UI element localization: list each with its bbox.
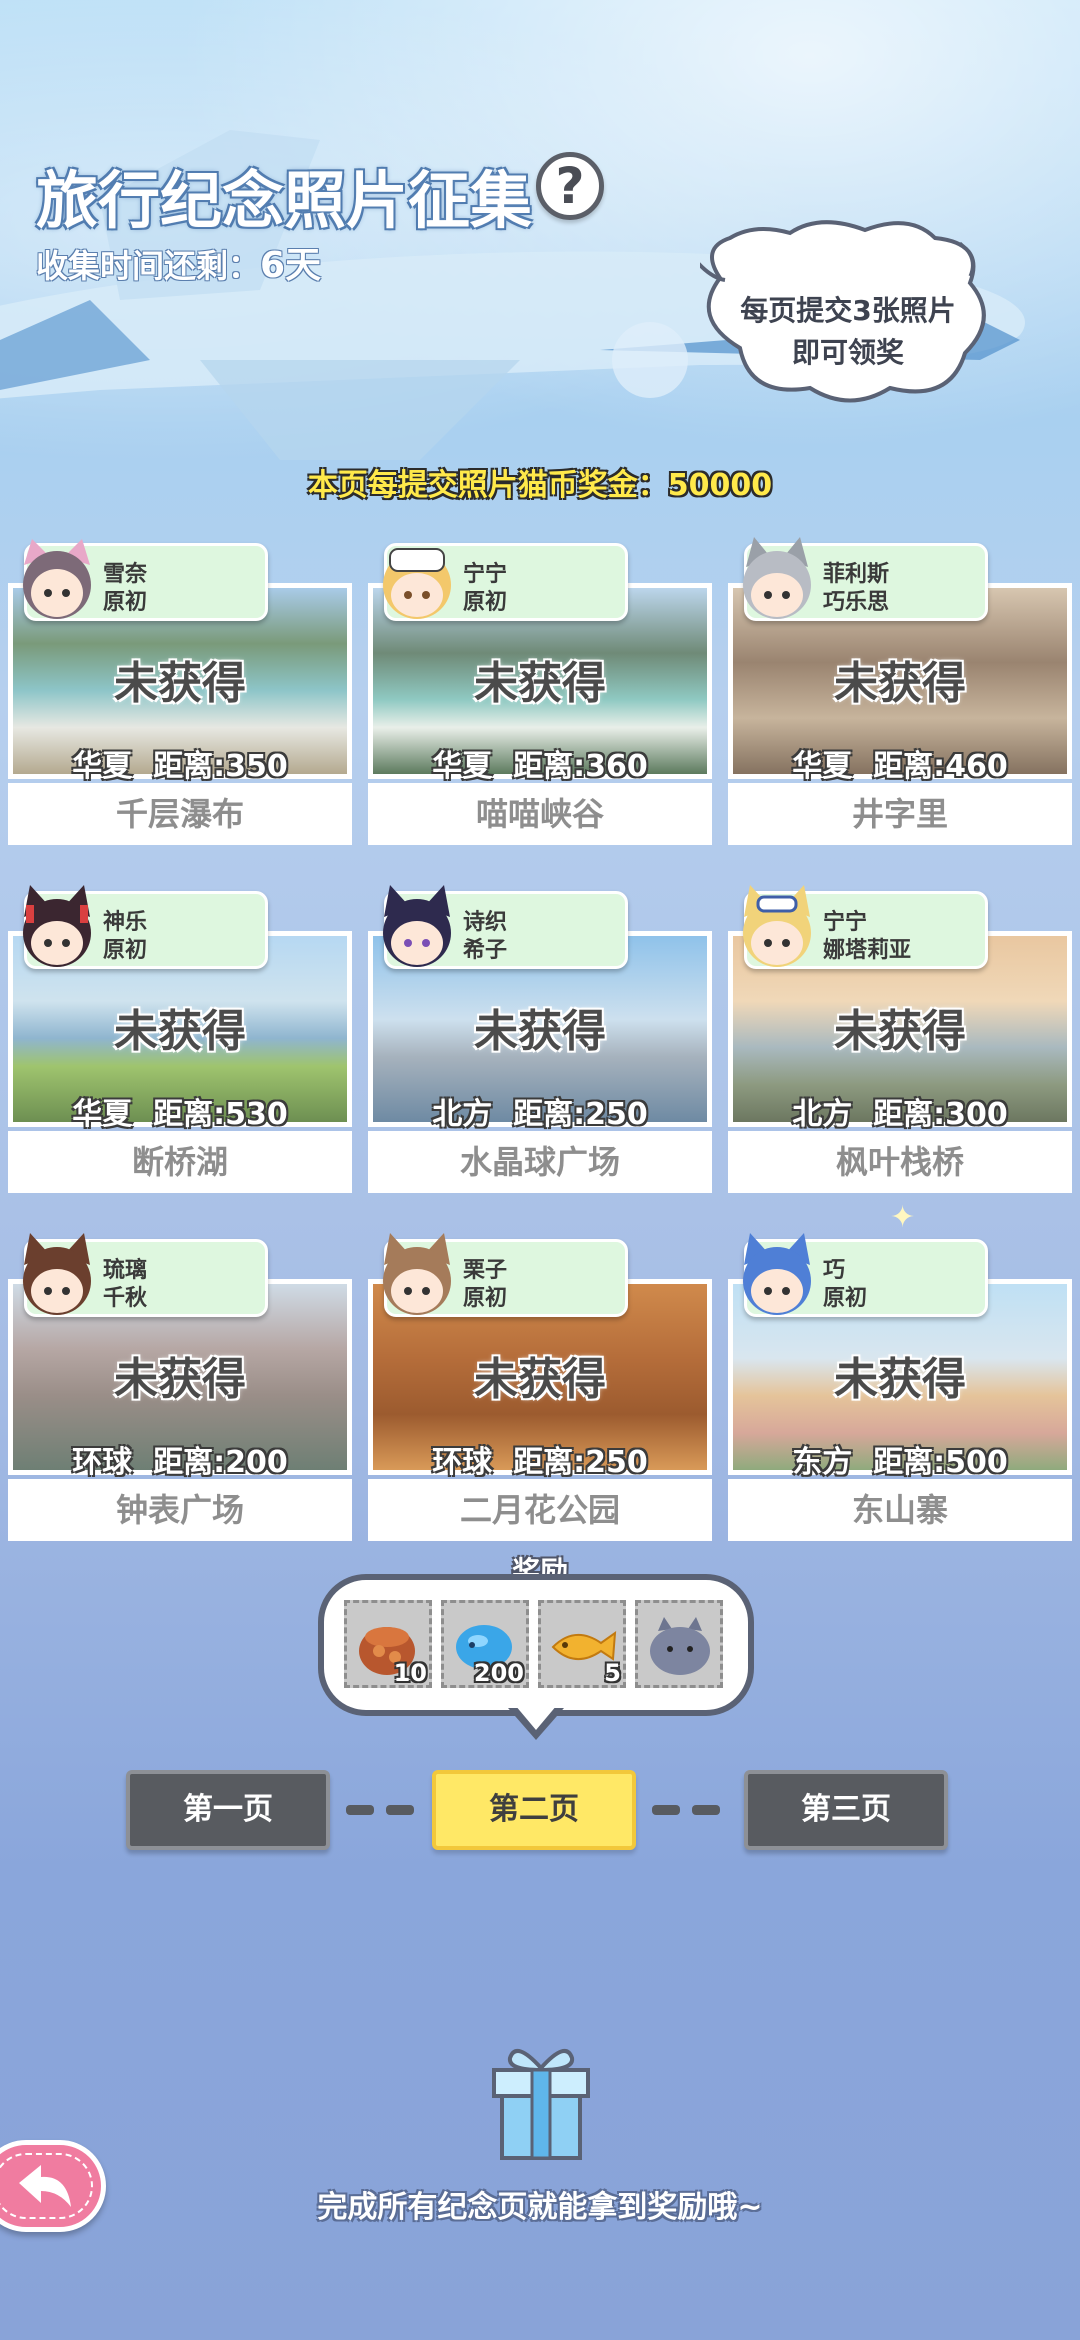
page-connector <box>692 1805 720 1815</box>
reward-item[interactable]: 10 <box>344 1600 432 1688</box>
reward-item[interactable]: 200 <box>441 1600 529 1688</box>
gift-box-icon[interactable] <box>486 2046 596 2162</box>
photo-location-name: 东山寨 <box>728 1479 1072 1541</box>
help-button[interactable]: ? <box>536 152 604 220</box>
photo-distance: 华夏 距离:460 <box>792 749 1008 784</box>
photo-card[interactable]: 未获得 华夏 距离:530 断桥湖 神乐 原初 <box>8 883 352 1193</box>
page-connector <box>386 1805 414 1815</box>
back-arrow-icon <box>19 2165 71 2207</box>
speech-bubble-text: 每页提交3张照片 即可领奖 <box>708 290 988 374</box>
photo-status: 未获得 <box>114 1354 246 1405</box>
photo-location-name: 喵喵峡谷 <box>368 783 712 845</box>
photo-location-name: 千层瀑布 <box>8 783 352 845</box>
sparkle-icon: ✦ <box>890 1200 916 1235</box>
page-title: 旅行纪念照片征集 <box>36 164 533 237</box>
photo-card[interactable]: 未获得 环球 距离:250 二月花公园 栗子 原初 <box>368 1231 712 1541</box>
photo-location-name: 断桥湖 <box>8 1131 352 1193</box>
character-avatar-icon <box>23 539 91 619</box>
photo-location-name: 水晶球广场 <box>368 1131 712 1193</box>
character-outfit: 娜塔莉亚 <box>823 938 912 963</box>
character-outfit: 原初 <box>823 1286 868 1311</box>
reward-item-count: 10 <box>393 1659 427 1687</box>
character-outfit: 原初 <box>463 590 508 615</box>
time-remaining-label: 收集时间还剩： <box>36 247 261 285</box>
time-remaining: 收集时间还剩：6天 <box>36 236 321 288</box>
character-avatar-icon <box>383 548 451 619</box>
photo-status: 未获得 <box>114 658 246 709</box>
character-outfit: 千秋 <box>103 1286 148 1311</box>
photo-status: 未获得 <box>474 1354 606 1405</box>
photo-status: 未获得 <box>834 1354 966 1405</box>
photo-location-name: 井字里 <box>728 783 1072 845</box>
photo-card[interactable]: 未获得 华夏 距离:360 喵喵峡谷 宁宁 原初 <box>368 535 712 845</box>
photo-distance: 环球 距离:250 <box>432 1445 648 1480</box>
character-avatar-icon <box>23 1233 91 1315</box>
photo-status: 未获得 <box>834 1006 966 1057</box>
photo-status: 未获得 <box>474 1006 606 1057</box>
character-outfit: 巧乐思 <box>823 590 890 615</box>
page-connector <box>346 1805 374 1815</box>
bubble-line-1: 每页提交3张照片 <box>740 294 956 327</box>
photo-status: 未获得 <box>474 658 606 709</box>
character-avatar-icon <box>383 1233 451 1315</box>
reward-item[interactable] <box>635 1600 723 1688</box>
photo-card[interactable]: 未获得 北方 距离:250 水晶球广场 诗织 希子 <box>368 883 712 1193</box>
gray-cat-plush-icon <box>650 1617 710 1675</box>
photo-distance: 北方 距离:250 <box>432 1097 648 1132</box>
photo-distance: 北方 距离:300 <box>792 1097 1008 1132</box>
photo-status: 未获得 <box>834 658 966 709</box>
character-avatar-icon <box>743 885 811 967</box>
page-1-button[interactable]: 第一页 <box>126 1770 330 1850</box>
bubble-line-2: 即可领奖 <box>791 336 904 369</box>
character-avatar-icon <box>383 885 451 967</box>
character-outfit: 原初 <box>103 938 148 963</box>
photo-card[interactable]: 未获得 环球 距离:200 钟表广场 琉璃 千秋 <box>8 1231 352 1541</box>
photo-status: 未获得 <box>114 1006 246 1057</box>
photo-distance: 环球 距离:200 <box>72 1445 288 1480</box>
completion-hint: 完成所有纪念页就能拿到奖励哦~ <box>317 2190 763 2225</box>
photo-card[interactable]: 未获得 东方 距离:500 东山寨 巧 原初 <box>728 1231 1072 1541</box>
page-3-button[interactable]: 第三页 <box>744 1770 948 1850</box>
photo-distance: 华夏 距离:360 <box>432 749 648 784</box>
photo-location-name: 钟表广场 <box>8 1479 352 1541</box>
character-avatar-icon <box>23 885 91 967</box>
photo-card[interactable]: 未获得 北方 距离:300 枫叶栈桥 宁宁 娜塔莉亚 <box>728 883 1072 1193</box>
photo-location-name: 枫叶栈桥 <box>728 1131 1072 1193</box>
photo-distance: 东方 距离:500 <box>792 1445 1008 1480</box>
reward-item[interactable]: 5 <box>538 1600 626 1688</box>
reward-item-count: 5 <box>604 1659 621 1687</box>
character-avatar-icon <box>743 537 811 619</box>
character-outfit: 原初 <box>103 590 148 615</box>
character-avatar-icon <box>743 1233 811 1315</box>
page-connector <box>652 1805 680 1815</box>
photo-location-name: 二月花公园 <box>368 1479 712 1541</box>
character-outfit: 希子 <box>463 938 508 963</box>
bonus-banner: 本页每提交照片猫币奖金：50000 <box>307 468 773 503</box>
photo-distance: 华夏 距离:350 <box>72 749 288 784</box>
photo-card[interactable]: 未获得 华夏 距离:460 井字里 菲利斯 巧乐思 <box>728 535 1072 845</box>
character-outfit: 原初 <box>463 1286 508 1311</box>
photo-card[interactable]: 未获得 华夏 距离:350 千层瀑布 雪奈 原初 <box>8 535 352 845</box>
time-remaining-value: 6天 <box>260 245 322 286</box>
reward-item-count: 200 <box>473 1659 524 1687</box>
photo-distance: 华夏 距离:530 <box>72 1097 288 1132</box>
page-2-button[interactable]: 第二页 <box>432 1770 636 1850</box>
back-button[interactable] <box>0 2140 106 2232</box>
